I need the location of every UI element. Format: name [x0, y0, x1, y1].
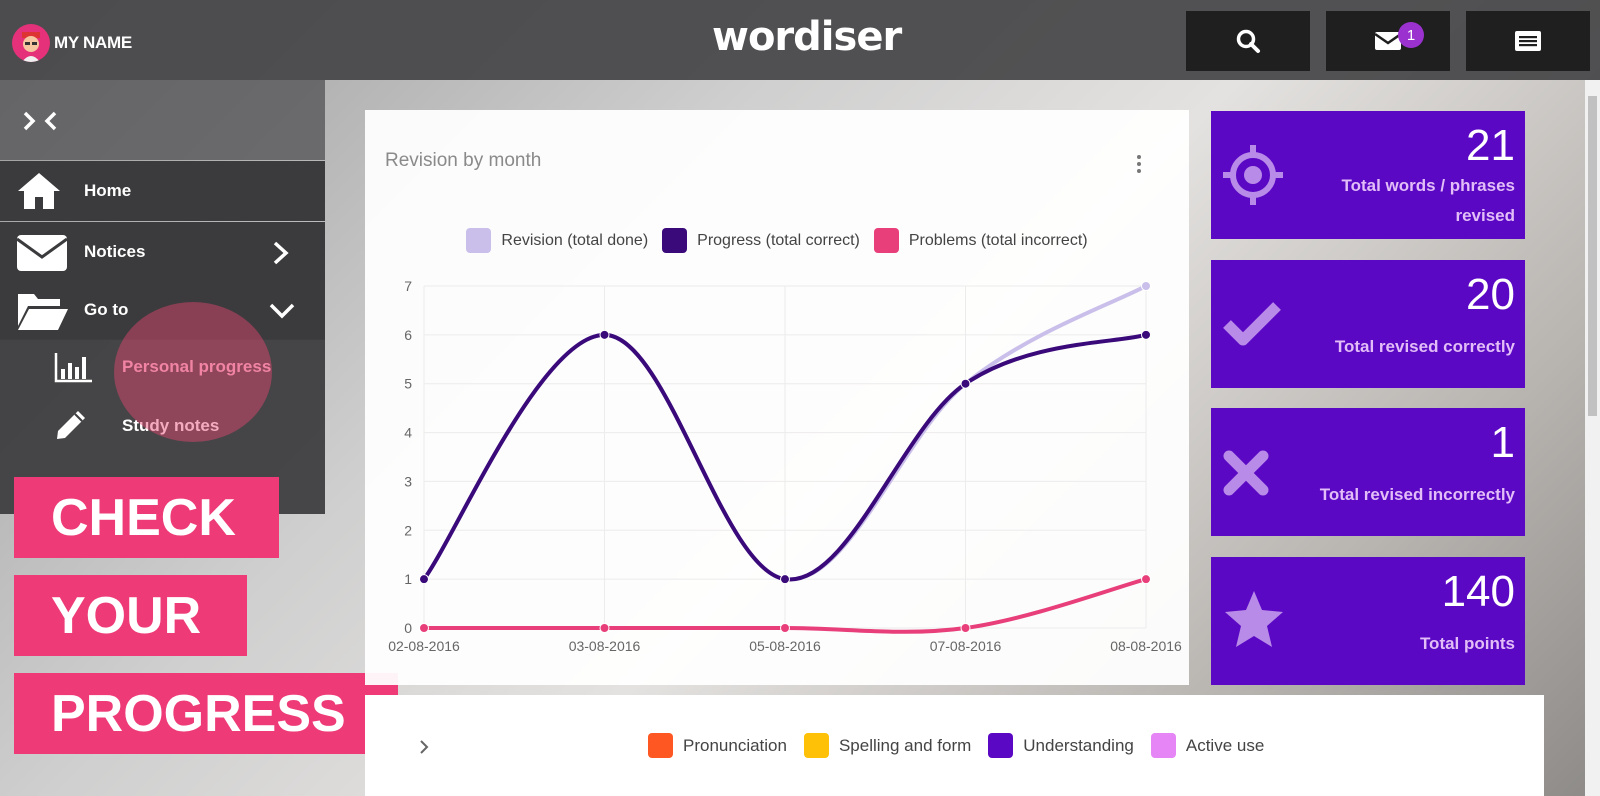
checkmark-icon	[1223, 302, 1281, 346]
data-point	[960, 623, 971, 633]
chevron-right-icon[interactable]	[419, 739, 429, 755]
legend-label: Pronunciation	[683, 735, 787, 755]
chevron-down-icon	[269, 303, 295, 319]
sidebar-collapse-area	[0, 80, 325, 160]
stat-card-correct: 20 Total revised correctly	[1211, 260, 1525, 388]
y-tick-label: 5	[404, 376, 412, 392]
data-point	[1141, 329, 1151, 340]
stat-label: Total revised correctly	[1334, 337, 1515, 356]
data-point	[599, 329, 610, 340]
user-name: MY NAME	[54, 33, 132, 52]
search-button[interactable]	[1186, 11, 1310, 71]
skills-card: Pronunciation Spelling and form Understa…	[365, 695, 1544, 796]
sidebar-item-label: Go to	[84, 300, 129, 319]
folder-open-icon	[18, 294, 68, 330]
cross-icon	[1223, 450, 1269, 496]
stat-value: 20	[1466, 270, 1515, 319]
scrollbar[interactable]	[1585, 80, 1600, 796]
notes-button[interactable]	[1466, 11, 1590, 71]
sidebar-item-home[interactable]: Home	[0, 161, 325, 221]
y-tick-label: 4	[404, 425, 412, 441]
skills-legend: Pronunciation Spelling and form Understa…	[648, 733, 1264, 758]
sidebar-item-label: Notices	[84, 242, 146, 261]
legend-swatch	[1150, 733, 1176, 758]
y-tick-label: 7	[404, 278, 412, 294]
x-tick-label: 02-08-2016	[388, 638, 460, 654]
stat-card-total-words: 21 Total words / phrases revised	[1211, 111, 1525, 239]
sidebar-item-label: Home	[84, 181, 132, 200]
logo: wordiser	[712, 14, 902, 60]
sidebar-item-notices[interactable]: Notices	[0, 222, 325, 282]
stat-card-incorrect: 1 Total revised incorrectly	[1211, 408, 1525, 536]
data-point	[780, 623, 790, 633]
legend-swatch	[988, 733, 1014, 758]
chart-card: Revision by month Revision (total done) …	[365, 110, 1189, 685]
y-tick-label: 0	[404, 620, 412, 636]
list-card-icon	[1515, 31, 1541, 51]
stat-value: 1	[1490, 418, 1515, 467]
x-tick-label: 08-08-2016	[1110, 638, 1182, 654]
bar-chart-icon	[54, 353, 92, 383]
promo-your: YOUR	[14, 575, 247, 656]
top-bar: MY NAME wordiser 1	[0, 0, 1600, 80]
search-icon	[1236, 29, 1260, 53]
stat-label: Total words / phrases	[1341, 176, 1515, 195]
promo-check: CHECK	[14, 477, 279, 558]
line-chart: 0 1 2 3 4 5 6 7 02-08-2016 03-08-2016 05-08-2016 07…	[388, 278, 1182, 654]
y-tick-label: 2	[404, 522, 412, 538]
skills-legend-item[interactable]: Pronunciation	[648, 733, 787, 758]
stat-value: 21	[1466, 121, 1515, 170]
notification-badge: 1	[1398, 22, 1424, 48]
home-icon	[18, 173, 60, 209]
data-point	[419, 623, 429, 633]
x-tick-label: 05-08-2016	[749, 638, 821, 654]
avatar[interactable]	[12, 24, 50, 62]
stat-label: revised	[1455, 206, 1515, 225]
chevron-right-icon	[273, 241, 289, 265]
star-icon	[1225, 591, 1283, 647]
data-point	[960, 378, 971, 389]
legend-swatch	[648, 733, 673, 758]
messages-button[interactable]: 1	[1326, 11, 1450, 71]
envelope-icon	[16, 235, 68, 271]
y-tick-label: 6	[404, 327, 412, 343]
y-tick-label: 3	[404, 473, 412, 489]
legend-label: Spelling and form	[838, 735, 972, 755]
stat-value: 140	[1441, 567, 1515, 616]
pencil-icon	[57, 411, 85, 439]
promo-progress: PROGRESS	[14, 673, 398, 754]
crosshair-icon	[1223, 145, 1283, 205]
scroll-thumb[interactable]	[1588, 96, 1597, 416]
highlight-circle	[114, 302, 272, 442]
y-tick-label: 1	[404, 571, 412, 587]
data-point	[1141, 281, 1151, 291]
skills-legend-item[interactable]: Active use	[1150, 733, 1265, 758]
skills-legend-item[interactable]: Spelling and form	[803, 733, 972, 758]
x-tick-label: 07-08-2016	[930, 638, 1002, 654]
legend-label: Understanding	[1023, 735, 1134, 755]
data-point	[780, 574, 790, 585]
data-point	[599, 623, 610, 633]
legend-label: Active use	[1185, 735, 1265, 755]
legend-swatch	[803, 733, 829, 758]
stat-label: Total revised incorrectly	[1319, 485, 1515, 504]
stat-label: Total points	[1419, 634, 1515, 653]
user-profile[interactable]: MY NAME	[12, 24, 132, 62]
x-tick-label: 03-08-2016	[569, 638, 641, 654]
data-point	[1141, 574, 1151, 585]
collapse-toggle-icon[interactable]	[22, 110, 58, 132]
skills-legend-item[interactable]: Understanding	[988, 733, 1134, 758]
stat-card-points: 140 Total points	[1211, 557, 1525, 685]
data-point	[419, 574, 429, 585]
